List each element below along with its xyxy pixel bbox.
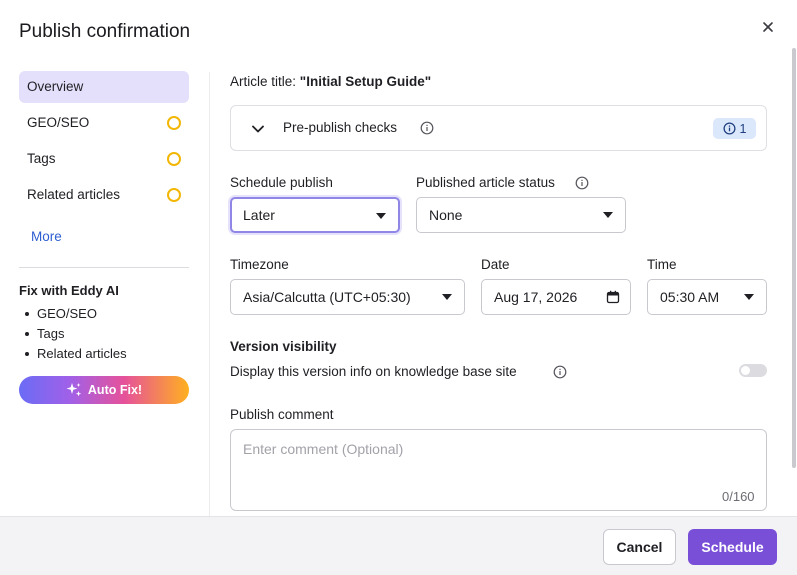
time-select[interactable]: 05:30 AM <box>647 279 767 315</box>
published-status-select[interactable]: None <box>416 197 626 233</box>
pending-status-icon <box>167 152 181 166</box>
version-visibility-title: Version visibility <box>230 339 337 354</box>
info-icon <box>553 365 567 379</box>
publish-comment-label: Publish comment <box>230 407 334 422</box>
schedule-publish-label: Schedule publish <box>230 175 333 190</box>
published-status-label-text: Published article status <box>416 175 555 190</box>
date-label: Date <box>481 257 510 272</box>
info-icon <box>575 176 589 190</box>
sidebar-item-label: Related articles <box>27 187 121 202</box>
calendar-icon[interactable] <box>606 290 620 304</box>
article-title-value: "Initial Setup Guide" <box>299 74 432 89</box>
caret-down-icon <box>744 294 754 300</box>
eddy-ai-title: Fix with Eddy AI <box>19 283 119 298</box>
info-icon <box>722 122 736 135</box>
sparkle-icon <box>66 383 82 397</box>
sidebar-item-label: Tags <box>27 151 56 166</box>
caret-down-icon <box>442 294 452 300</box>
schedule-publish-select[interactable]: Later <box>230 197 400 233</box>
article-title-label: Article title: <box>230 74 297 89</box>
schedule-publish-value: Later <box>243 207 275 223</box>
sidebar-item-overview[interactable]: Overview <box>19 71 189 103</box>
timezone-label: Timezone <box>230 257 289 272</box>
prepublish-checks-label: Pre-publish checks <box>283 120 398 135</box>
pending-status-icon <box>167 188 181 202</box>
info-icon <box>420 121 434 135</box>
sidebar-item-related-articles[interactable]: Related articles <box>19 179 189 211</box>
timezone-select[interactable]: Asia/Calcutta (UTC+05:30) <box>230 279 465 315</box>
timezone-value: Asia/Calcutta (UTC+05:30) <box>243 289 411 305</box>
published-status-label: Published article status <box>416 175 555 190</box>
comment-char-counter: 0/160 <box>722 489 755 504</box>
close-icon[interactable] <box>759 18 777 36</box>
date-value: Aug 17, 2026 <box>494 289 578 305</box>
sidebar-item-label: GEO/SEO <box>27 115 90 130</box>
time-value: 05:30 AM <box>660 289 720 305</box>
list-item: GEO/SEO <box>23 305 127 325</box>
pending-status-icon <box>167 116 181 130</box>
caret-down-icon <box>603 212 613 218</box>
dialog-footer <box>0 516 797 575</box>
toggle-knob <box>741 366 750 375</box>
scrollbar-thumb[interactable] <box>792 48 796 468</box>
publish-comment-input[interactable] <box>230 429 767 511</box>
sidebar-divider <box>19 267 189 268</box>
caret-down-icon <box>376 213 386 219</box>
published-status-value: None <box>429 207 463 223</box>
column-divider <box>209 72 210 516</box>
badge-count: 1 <box>739 121 747 136</box>
list-item: Related articles <box>23 345 127 365</box>
date-input[interactable]: Aug 17, 2026 <box>481 279 631 315</box>
eddy-ai-list: GEO/SEO Tags Related articles <box>23 305 127 365</box>
dialog-title: Publish confirmation <box>19 21 191 42</box>
check-count-badge: 1 <box>713 118 756 139</box>
chevron-down-icon <box>252 125 264 133</box>
publish-dialog: Publish confirmation Overview GEO/SEO Ta… <box>0 0 797 575</box>
sidebar-item-label: Overview <box>27 79 84 94</box>
list-item: Tags <box>23 325 127 345</box>
article-title: Article title: "Initial Setup Guide" <box>230 74 431 89</box>
auto-fix-label: Auto Fix! <box>87 383 143 397</box>
prepublish-checks-panel[interactable]: Pre-publish checks 1 <box>230 105 767 151</box>
version-visibility-toggle[interactable] <box>739 364 767 377</box>
sidebar-item-geo-seo[interactable]: GEO/SEO <box>19 107 189 139</box>
cancel-button[interactable]: Cancel <box>603 529 676 565</box>
schedule-button[interactable]: Schedule <box>688 529 777 565</box>
auto-fix-button[interactable]: Auto Fix! <box>19 376 189 404</box>
version-visibility-description: Display this version info on knowledge b… <box>230 364 517 379</box>
sidebar-item-tags[interactable]: Tags <box>19 143 189 175</box>
time-label: Time <box>647 257 677 272</box>
more-link[interactable]: More <box>31 229 62 244</box>
